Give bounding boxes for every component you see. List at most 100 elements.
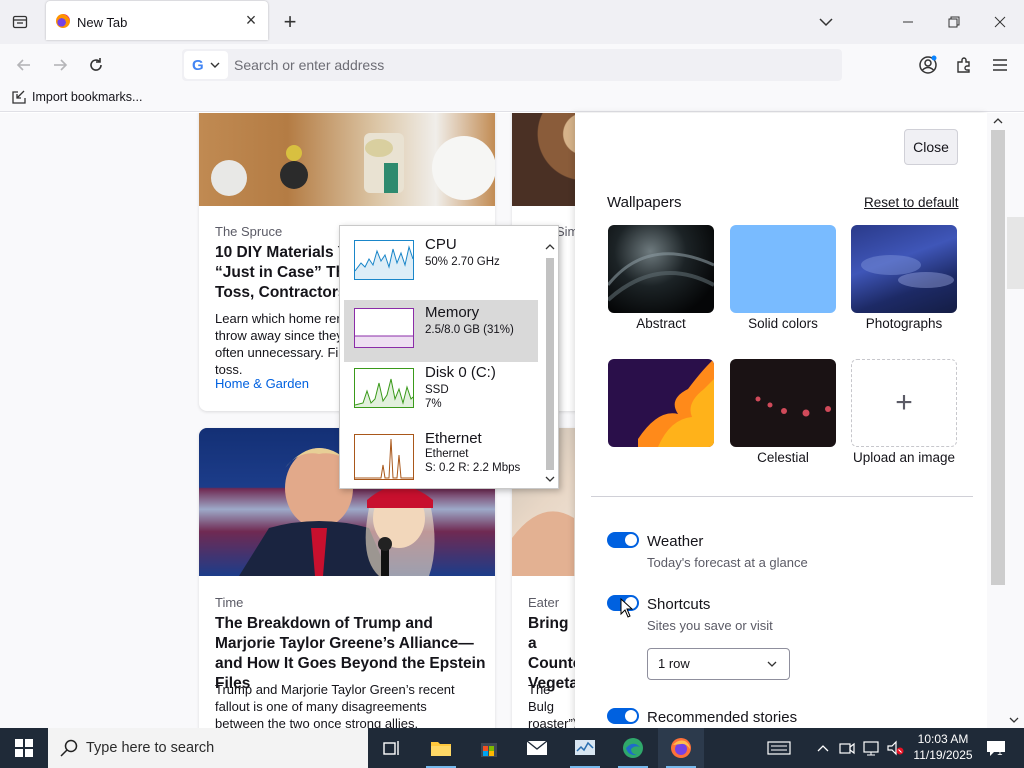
import-bookmarks-button[interactable]: Import bookmarks... [12, 90, 142, 104]
tab-new-tab[interactable]: New Tab × [46, 1, 268, 40]
tab-strip: New Tab × + [0, 0, 1024, 44]
taskbar-store[interactable] [466, 728, 512, 768]
scroll-up-icon [545, 244, 555, 250]
minimize-icon [903, 21, 913, 23]
wallpaper-label: Abstract [636, 316, 686, 331]
perf-item-detail: S: 0.2 R: 2.2 Mbps [425, 462, 521, 474]
option-title: Recommended stories [647, 709, 798, 726]
taskbar-task-manager[interactable] [562, 728, 608, 768]
restore-icon [948, 16, 960, 28]
story-source: Eater [528, 595, 560, 610]
popup-scroll-thumb[interactable] [546, 258, 554, 470]
start-button[interactable] [0, 728, 48, 768]
story-excerpt: Trump and Marjorie Taylor Green’s recent… [215, 682, 455, 728]
rows-select-value: 1 row [658, 656, 690, 671]
chevron-down-icon [819, 18, 833, 27]
panel-scroll-thumb[interactable] [991, 130, 1005, 585]
hamburger-menu-icon [993, 59, 1007, 71]
shortcut-rows-select[interactable]: 1 row [647, 648, 790, 680]
perf-item-name: Disk 0 (C:) [425, 364, 496, 381]
taskbar-mail[interactable] [514, 728, 560, 768]
chevron-up-icon [817, 745, 829, 752]
memory-graph [354, 308, 414, 348]
page-scrollbar[interactable] [987, 113, 1024, 728]
address-bar[interactable]: G [182, 49, 842, 81]
taskbar-search[interactable] [48, 728, 368, 768]
meet-now-icon[interactable] [837, 738, 857, 758]
perf-item-name: Ethernet [425, 430, 482, 447]
recommended-stories-toggle[interactable] [607, 708, 639, 724]
minimize-button[interactable] [885, 0, 931, 44]
back-button[interactable] [9, 50, 39, 80]
firefox-wallpaper-art [638, 359, 714, 447]
wallpaper-celestial[interactable] [730, 359, 836, 447]
show-hidden-icons-button[interactable] [813, 738, 833, 758]
keyboard-tray-icon[interactable] [766, 738, 792, 758]
task-view-icon [383, 741, 399, 755]
network-icon[interactable] [861, 738, 881, 758]
reset-to-default-link[interactable]: Reset to default [864, 195, 959, 210]
ethernet-sparkline [355, 438, 413, 479]
wallpapers-title: Wallpapers [607, 194, 682, 211]
story-category[interactable]: Home & Garden [215, 376, 309, 391]
url-input[interactable] [234, 49, 834, 81]
taskbar-file-explorer[interactable] [418, 728, 464, 768]
forward-button[interactable] [45, 50, 75, 80]
perf-item-name: CPU [425, 236, 457, 253]
google-icon: G [192, 56, 204, 74]
windows-logo-icon [15, 739, 33, 757]
close-window-button[interactable] [977, 0, 1023, 44]
taskbar-clock[interactable]: 10:03 AM 11/19/2025 [905, 731, 981, 763]
option-subtitle: Today's forecast at a glance [647, 555, 808, 570]
wallpaper-solid-colors[interactable] [730, 225, 836, 313]
wallpaper-label: Photographs [865, 316, 943, 331]
tab-list-button[interactable] [6, 8, 34, 36]
wallpaper-abstract[interactable] [608, 225, 714, 313]
wallpaper-firefox[interactable] [608, 359, 714, 447]
extensions-button[interactable] [949, 50, 979, 80]
perf-item-cpu[interactable]: CPU 50% 2.70 GHz [344, 232, 538, 294]
puzzle-icon [957, 57, 970, 73]
celestial-wallpaper-art [755, 396, 831, 417]
perf-item-name: Memory [425, 304, 480, 321]
account-button[interactable] [913, 50, 943, 80]
page-scroll-thumb[interactable] [1007, 217, 1024, 289]
new-tab-button[interactable]: + [277, 8, 303, 36]
taskbar-firefox[interactable] [658, 728, 704, 768]
weather-toggle[interactable] [607, 532, 639, 548]
reload-icon [90, 58, 102, 71]
windows-taskbar: 10:03 AM 11/19/2025 1 [0, 728, 1024, 768]
perf-item-memory[interactable]: Memory 2.5/8.0 GB (31%) [344, 300, 538, 362]
wallpaper-label: Solid colors [748, 316, 818, 331]
import-bookmarks-label: Import bookmarks... [32, 90, 143, 104]
disk-graph [354, 368, 414, 408]
upload-image-button[interactable]: + [851, 359, 957, 447]
abstract-wallpaper-art [608, 252, 714, 302]
mouse-cursor-icon [620, 598, 634, 618]
notification-center-button[interactable]: 1 [983, 738, 1009, 758]
tab-close-icon[interactable]: × [242, 11, 260, 29]
close-button[interactable]: Close [904, 129, 958, 165]
option-subtitle: Sites you save or visit [647, 618, 773, 633]
clock-date: 11/19/2025 [913, 748, 973, 762]
perf-item-detail: 2.5/8.0 GB (31%) [425, 324, 514, 336]
taskbar-edge[interactable] [610, 728, 656, 768]
account-icon [919, 55, 937, 74]
reload-button[interactable] [81, 50, 111, 80]
folder-icon [431, 742, 451, 756]
maximize-button[interactable] [931, 0, 977, 44]
mail-icon [526, 740, 548, 755]
option-title: Shortcuts [647, 596, 711, 613]
volume-muted-icon[interactable] [885, 738, 905, 758]
perf-item-ethernet[interactable]: Ethernet Ethernet S: 0.2 R: 2.2 Mbps [344, 426, 538, 488]
search-engine-button[interactable]: G [184, 51, 228, 79]
forward-arrow-icon [54, 59, 68, 71]
app-menu-button[interactable] [985, 50, 1015, 80]
taskbar-search-input[interactable] [86, 740, 346, 756]
task-manager-performance-list: CPU 50% 2.70 GHz Memory 2.5/8.0 GB (31%)… [339, 225, 559, 489]
wallpaper-photographs[interactable] [851, 225, 957, 313]
task-view-button[interactable] [369, 728, 415, 768]
list-all-tabs-button[interactable] [815, 12, 837, 32]
notification-count: 1 [997, 747, 1003, 758]
perf-item-disk[interactable]: Disk 0 (C:) SSD 7% [344, 360, 538, 422]
